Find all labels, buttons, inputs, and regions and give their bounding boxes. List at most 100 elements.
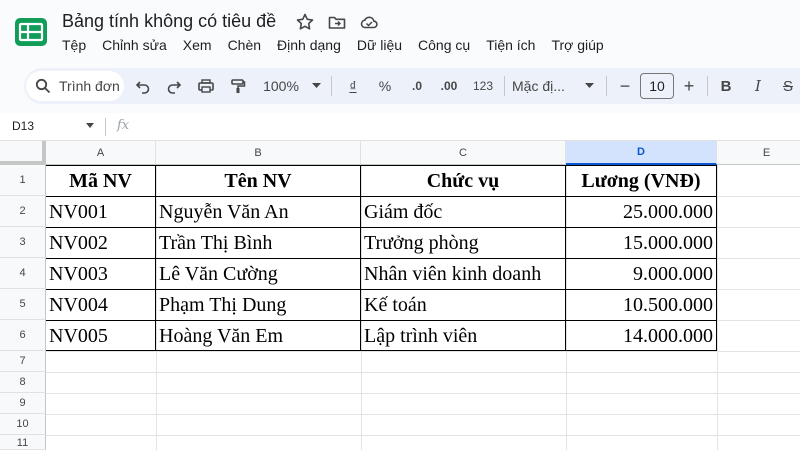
table-header-cell[interactable]: Chức vụ	[361, 166, 565, 197]
redo-button[interactable]	[163, 68, 185, 104]
table-cell[interactable]: Lê Văn Cường	[156, 259, 360, 290]
print-icon	[198, 79, 214, 93]
cloud-status-icon[interactable]	[359, 12, 379, 32]
gridline	[46, 393, 800, 394]
menu-format[interactable]: Định dạng	[277, 37, 341, 53]
table-cell[interactable]: Hoàng Văn Em	[156, 321, 360, 352]
row-header-9[interactable]: 9	[0, 393, 46, 414]
gridline	[46, 435, 800, 436]
increase-decimal-button[interactable]: .00	[434, 68, 464, 104]
menu-view[interactable]: Xem	[183, 37, 212, 53]
menu-search-input[interactable]: Trình đơn	[26, 71, 124, 101]
currency-format-button[interactable]: ₫	[342, 68, 364, 104]
toolbar-divider	[504, 76, 505, 96]
increase-font-size-button[interactable]: +	[678, 68, 700, 104]
table-cell[interactable]: Kế toán	[361, 290, 565, 321]
italic-button[interactable]: I	[748, 68, 768, 104]
more-formats-button[interactable]: 123	[470, 68, 496, 104]
spreadsheet-grid[interactable]: A B C D E 1 2 3 4 5 6 7 8 9 10 11 Mã NV …	[0, 141, 800, 450]
table-cell[interactable]: NV001	[46, 197, 155, 228]
table-cell[interactable]: 14.000.000	[566, 321, 716, 352]
column-header-e[interactable]: E	[717, 141, 800, 165]
decrease-decimal-button[interactable]: .0	[405, 68, 429, 104]
menu-data[interactable]: Dữ liệu	[357, 37, 402, 53]
menu-file[interactable]: Tệp	[62, 37, 86, 53]
menu-edit[interactable]: Chỉnh sửa	[102, 37, 167, 53]
table-cell[interactable]: Phạm Thị Dung	[156, 290, 360, 321]
title-bar: Bảng tính không có tiêu đề Tệp Chỉnh sửa…	[0, 0, 800, 62]
font-size-input[interactable]: 10	[640, 73, 674, 99]
menu-insert[interactable]: Chèn	[228, 37, 261, 53]
redo-icon	[167, 81, 182, 94]
gridline	[717, 165, 718, 450]
table-cell[interactable]: Trần Thị Bình	[156, 228, 360, 259]
toolbar-divider	[707, 76, 708, 96]
decrease-font-size-button[interactable]: −	[614, 68, 636, 104]
menu-extensions[interactable]: Tiện ích	[486, 37, 535, 53]
formula-divider	[105, 118, 106, 136]
table-header-cell[interactable]: Mã NV	[46, 166, 155, 197]
table-border	[716, 165, 717, 351]
print-button[interactable]	[195, 68, 217, 104]
row-header-2[interactable]: 2	[0, 196, 46, 227]
zoom-chevron-down-icon[interactable]	[312, 83, 321, 89]
row-header-4[interactable]: 4	[0, 258, 46, 289]
name-box-chevron-down-icon[interactable]	[86, 123, 94, 128]
row-header-7[interactable]: 7	[0, 351, 46, 372]
row-header-3[interactable]: 3	[0, 227, 46, 258]
column-header-b[interactable]: B	[156, 141, 361, 165]
document-title[interactable]: Bảng tính không có tiêu đề	[62, 11, 276, 32]
undo-button[interactable]	[132, 68, 154, 104]
undo-icon	[135, 81, 150, 94]
table-cell[interactable]: NV004	[46, 290, 155, 321]
table-cell[interactable]: 15.000.000	[566, 228, 716, 259]
paint-format-icon	[231, 79, 246, 93]
menu-bar: Tệp Chỉnh sửa Xem Chèn Định dạng Dữ liệu…	[62, 37, 620, 53]
menu-tools[interactable]: Công cụ	[418, 37, 470, 53]
menu-help[interactable]: Trợ giúp	[551, 37, 603, 53]
table-cell[interactable]: Lập trình viên	[361, 321, 565, 352]
row-header-6[interactable]: 6	[0, 320, 46, 351]
toolbar-divider	[606, 76, 607, 96]
toolbar-divider	[331, 76, 332, 96]
table-cell[interactable]: Trưởng phòng	[361, 228, 565, 259]
fx-icon: fx	[117, 118, 130, 133]
row-header-1[interactable]: 1	[0, 165, 46, 196]
star-icon[interactable]	[295, 12, 315, 32]
table-cell[interactable]: Nguyễn Văn An	[156, 197, 360, 228]
table-cell[interactable]: Nhân viên kinh doanh	[361, 259, 565, 290]
toolbar: Trình đơn 100% ₫ % .0 .00 123 Mặc đị... …	[24, 68, 800, 104]
table-cell[interactable]: 25.000.000	[566, 197, 716, 228]
table-header-cell[interactable]: Lương (VNĐ)	[566, 166, 716, 197]
search-icon	[35, 78, 51, 94]
row-header-8[interactable]: 8	[0, 372, 46, 393]
table-cell[interactable]: 10.500.000	[566, 290, 716, 321]
paint-format-button[interactable]	[227, 68, 249, 104]
formula-bar: D13 fx	[0, 113, 800, 141]
font-chevron-down-icon[interactable]	[585, 83, 594, 89]
sheets-logo-icon[interactable]	[14, 17, 48, 47]
table-cell[interactable]: NV005	[46, 321, 155, 352]
percent-format-button[interactable]: %	[374, 68, 396, 104]
table-cell[interactable]: Giám đốc	[361, 197, 565, 228]
column-header-c[interactable]: C	[361, 141, 566, 165]
row-header-5[interactable]: 5	[0, 289, 46, 320]
select-all-corner[interactable]	[0, 141, 46, 165]
gridline	[46, 414, 800, 415]
table-cell[interactable]: NV002	[46, 228, 155, 259]
row-header-10[interactable]: 10	[0, 414, 46, 435]
zoom-select[interactable]: 100%	[260, 68, 302, 104]
table-cell[interactable]: NV003	[46, 259, 155, 290]
search-placeholder: Trình đơn	[59, 78, 120, 94]
font-family-select[interactable]: Mặc đị...	[512, 68, 580, 104]
strikethrough-button[interactable]: S	[778, 68, 798, 104]
bold-button[interactable]: B	[716, 68, 736, 104]
table-cell[interactable]: 9.000.000	[566, 259, 716, 290]
name-box[interactable]: D13	[12, 119, 34, 133]
column-header-a[interactable]: A	[46, 141, 156, 165]
column-header-d[interactable]: D	[566, 141, 717, 165]
table-header-cell[interactable]: Tên NV	[156, 166, 360, 197]
row-header-11[interactable]: 11	[0, 435, 46, 450]
move-folder-icon[interactable]	[327, 12, 347, 32]
gridline	[46, 372, 800, 373]
